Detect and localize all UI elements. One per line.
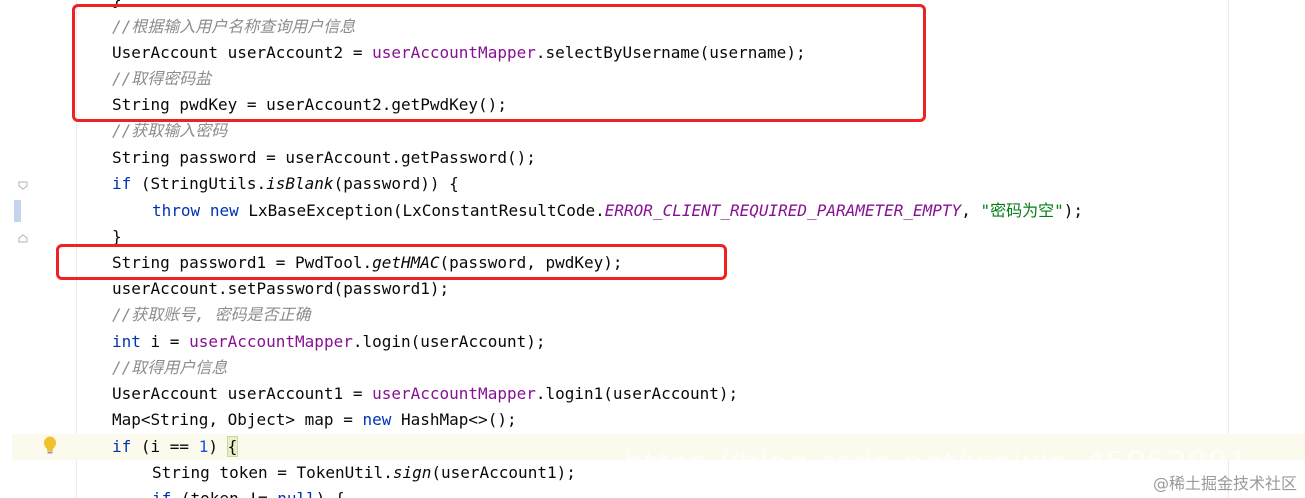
code-line[interactable]: //取得用户信息 (0, 355, 1305, 381)
code-token: throw (152, 201, 201, 220)
code-token: UserAccount userAccount1 = (112, 384, 373, 403)
code-token: "密码为空" (980, 201, 1064, 220)
code-token: if (112, 174, 132, 193)
code-token: .login1(userAccount); (535, 384, 739, 403)
code-token: HashMap<>(); (391, 410, 517, 429)
code-token: 1 (198, 437, 209, 456)
code-token: ERROR_CLIENT_REQUIRED_PARAMETER_EMPTY (604, 201, 962, 220)
code-line[interactable]: throw new LxBaseException(LxConstantResu… (0, 198, 1305, 224)
code-line[interactable]: if (StringUtils.isBlank(password)) { (0, 171, 1305, 197)
code-token: .login(userAccount); (352, 332, 546, 351)
code-line[interactable]: //获取账号, 密码是否正确 (0, 302, 1305, 328)
code-token: (userAccount1); (431, 463, 576, 482)
code-token: ) { (316, 489, 345, 498)
code-line[interactable]: if (token != null) { (0, 486, 1305, 498)
code-line[interactable]: int i = userAccountMapper.login(userAcco… (0, 329, 1305, 355)
code-token: (token != (171, 489, 277, 498)
code-line[interactable]: String password = userAccount.getPasswor… (0, 145, 1305, 171)
code-token: (StringUtils. (131, 174, 267, 193)
code-token: //取得用户信息 (112, 358, 228, 377)
annotation-box-hmac (56, 244, 727, 280)
code-token: userAccount.setPassword(password1); (112, 279, 450, 298)
code-token: userAccountMapper (372, 384, 536, 403)
code-token: (i == (131, 437, 199, 456)
code-line[interactable]: Map<String, Object> map = new HashMap<>(… (0, 407, 1305, 433)
code-token: { (226, 436, 239, 457)
code-token: sign (392, 463, 432, 482)
code-token: String password = userAccount.getPasswor… (112, 148, 536, 167)
code-token: //获取账号, 密码是否正确 (112, 305, 311, 324)
code-token: ); (1063, 201, 1083, 220)
annotation-box-salt-lookup (72, 4, 926, 122)
code-token: (password)) { (333, 174, 459, 193)
code-token: i = (140, 332, 190, 351)
code-token: new (362, 410, 392, 429)
code-token: //获取输入密码 (112, 121, 228, 140)
code-token: userAccountMapper (189, 332, 353, 351)
code-token: int (112, 332, 141, 351)
code-token: if (152, 489, 171, 498)
code-editor[interactable]: }//根据输入用户名称查询用户信息UserAccount userAccount… (0, 0, 1305, 498)
code-token: String token = TokenUtil. (152, 463, 393, 482)
code-token: Map<String, Object> map = (112, 410, 363, 429)
code-token: new (209, 201, 239, 220)
code-token: ) (208, 437, 228, 456)
code-token: if (112, 437, 132, 456)
code-token: null (277, 489, 316, 498)
code-token: LxBaseException(LxConstantResultCode. (238, 201, 605, 220)
watermark-text: @稀土掘金技术社区 (1152, 474, 1297, 493)
code-token: isBlank (266, 174, 334, 193)
code-line[interactable]: UserAccount userAccount1 = userAccountMa… (0, 381, 1305, 407)
code-token: , (961, 201, 981, 220)
